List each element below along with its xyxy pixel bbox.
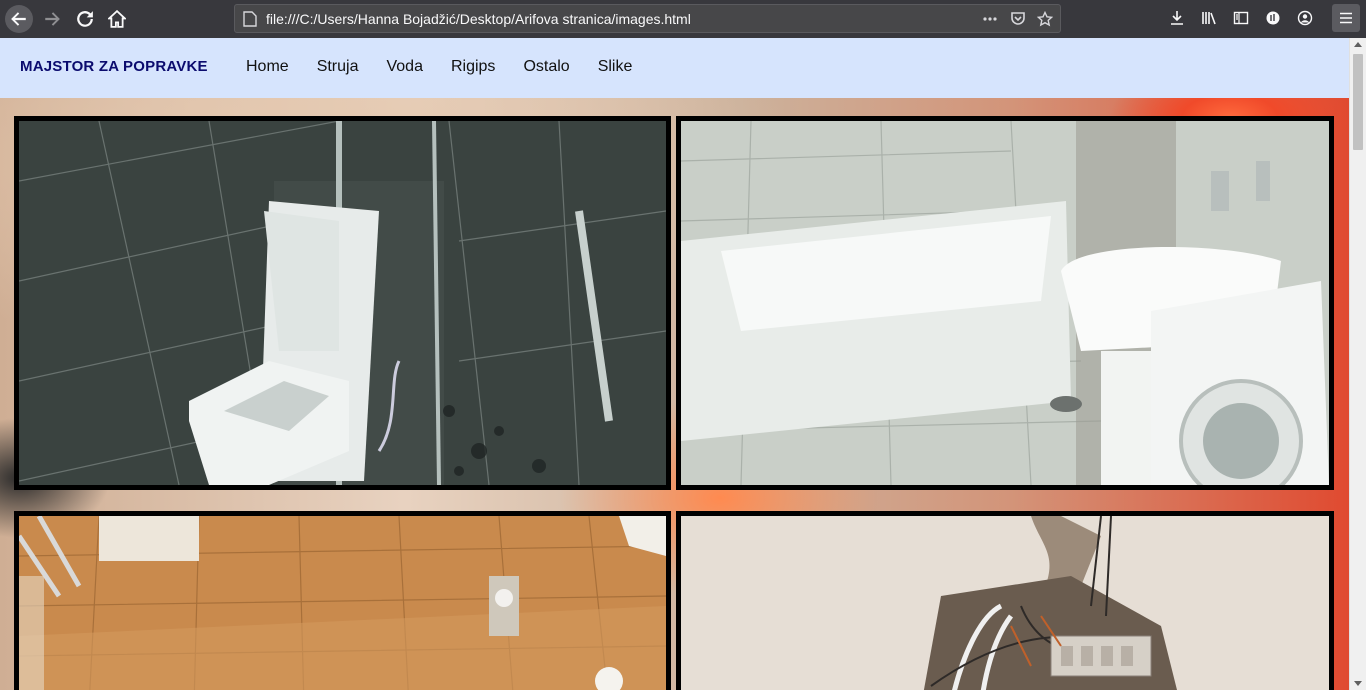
bathtub-sink-washer-photo (676, 116, 1334, 490)
nav-menu: Home Struja Voda Rigips Ostalo Slike (246, 58, 660, 76)
home-icon (108, 10, 126, 28)
library-icon (1202, 12, 1216, 25)
page-viewport: MAJSTOR ZA POPRAVKE Home Struja Voda Rig… (0, 38, 1349, 690)
download-icon (1171, 11, 1183, 25)
more-icon[interactable] (980, 10, 1000, 28)
nav-link-struja[interactable]: Struja (317, 58, 359, 76)
bookmark-star-icon[interactable] (1035, 10, 1055, 28)
browser-toolbar: file:///C:/Users/Hanna Bojadžić/Desktop/… (0, 0, 1366, 38)
forward-icon (45, 12, 60, 26)
reload-icon (77, 11, 93, 27)
url-text[interactable]: file:///C:/Users/Hanna Bojadžić/Desktop/… (266, 11, 691, 27)
nav-link-ostalo[interactable]: Ostalo (523, 58, 569, 76)
download-button[interactable] (1166, 7, 1188, 29)
site-brand[interactable]: MAJSTOR ZA POPRAVKE (20, 58, 208, 75)
extension-icon (1266, 11, 1280, 25)
sidebar-icon (1233, 11, 1249, 25)
nav-link-voda[interactable]: Voda (386, 58, 422, 76)
menu-icon (1340, 12, 1352, 24)
library-button[interactable] (1198, 7, 1220, 29)
back-button[interactable] (5, 5, 33, 33)
back-icon (11, 12, 26, 26)
electrical-wiring-photo (676, 511, 1334, 690)
pocket-icon[interactable] (1008, 10, 1028, 28)
account-icon (1297, 10, 1313, 26)
page-icon (243, 11, 257, 27)
shower-toilet-photo (14, 116, 671, 490)
scrollbar-thumb[interactable] (1353, 54, 1363, 150)
nav-link-home[interactable]: Home (246, 58, 289, 76)
forward-button[interactable] (38, 5, 66, 33)
menu-button[interactable] (1332, 4, 1360, 32)
scroll-down-arrow-icon[interactable] (1354, 681, 1362, 686)
nav-link-slike[interactable]: Slike (598, 58, 633, 76)
reload-button[interactable] (71, 5, 99, 33)
extension-button[interactable] (1262, 7, 1284, 29)
url-bar[interactable]: file:///C:/Users/Hanna Bojadžić/Desktop/… (234, 4, 1061, 33)
site-navbar: MAJSTOR ZA POPRAVKE Home Struja Voda Rig… (0, 38, 1349, 98)
home-button[interactable] (103, 5, 131, 33)
scroll-up-arrow-icon[interactable] (1354, 42, 1362, 47)
nav-link-rigips[interactable]: Rigips (451, 58, 495, 76)
orange-tiled-bathroom-photo (14, 511, 671, 690)
sidebar-button[interactable] (1230, 7, 1252, 29)
account-button[interactable] (1294, 7, 1316, 29)
vertical-scrollbar[interactable] (1349, 38, 1366, 690)
